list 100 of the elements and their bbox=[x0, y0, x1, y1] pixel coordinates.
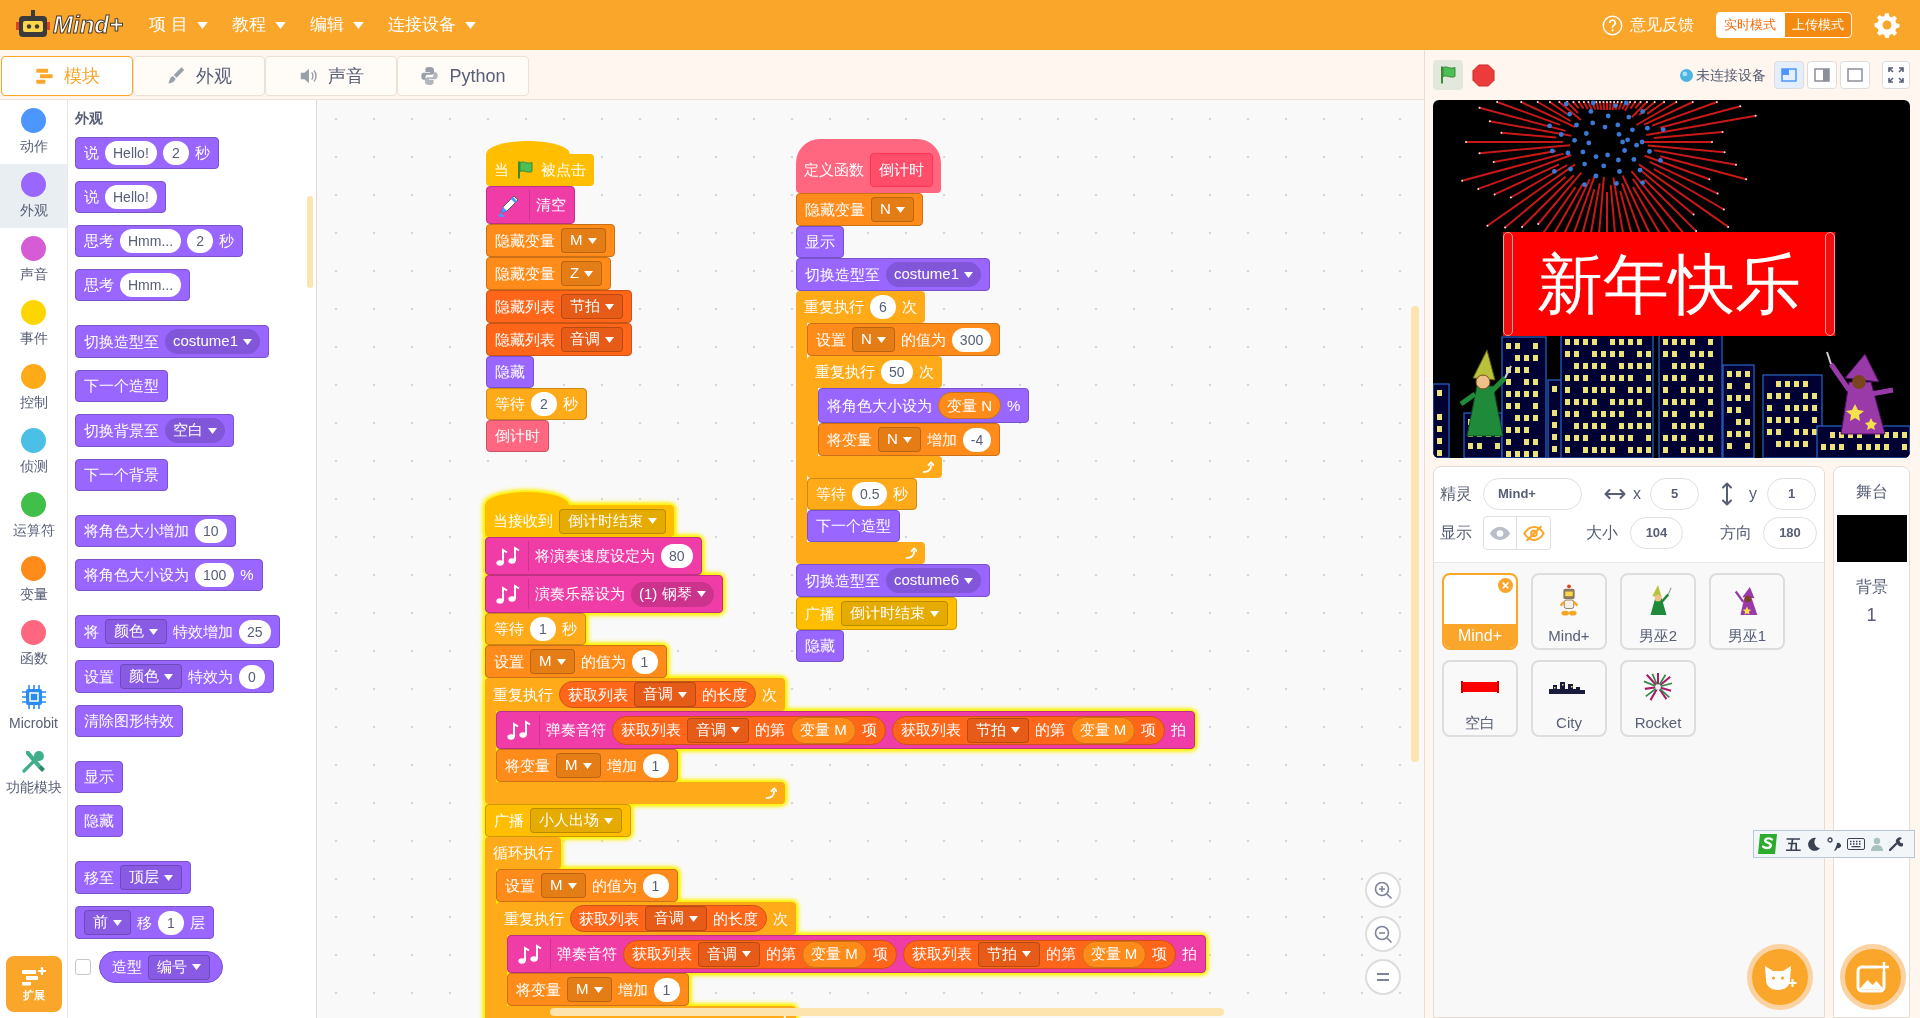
punctuation-icon[interactable] bbox=[1827, 837, 1841, 851]
code-block[interactable]: 将角色大小增加 10 bbox=[75, 515, 236, 547]
dropdown[interactable]: 顶层 bbox=[120, 865, 182, 890]
dropdown[interactable]: 音调 bbox=[687, 717, 749, 743]
user-icon[interactable] bbox=[1871, 837, 1883, 851]
code-block[interactable]: 演奏乐器设为 (1) 钢琴 bbox=[485, 575, 723, 613]
code-block[interactable]: 思考 Hmm... bbox=[75, 269, 191, 301]
code-block[interactable]: 清空 bbox=[486, 186, 575, 224]
show-button[interactable] bbox=[1483, 516, 1517, 550]
category-item[interactable]: 功能模块 bbox=[0, 740, 67, 804]
dropdown[interactable]: N bbox=[871, 197, 914, 222]
input-field[interactable]: 25 bbox=[239, 619, 271, 644]
code-block[interactable]: 切换造型至 costume1 bbox=[796, 258, 991, 291]
code-block[interactable]: 设置 M 的值为 1 bbox=[485, 645, 667, 678]
code-block[interactable]: 倒计时 bbox=[486, 420, 549, 452]
input-field[interactable]: Hello! bbox=[105, 141, 157, 165]
corner-layout-icon[interactable] bbox=[1774, 61, 1804, 89]
code-block[interactable]: 思考 Hmm... 2 秒 bbox=[75, 225, 244, 257]
input-field[interactable]: 1 bbox=[653, 977, 680, 1002]
category-item[interactable]: 函数 bbox=[0, 612, 67, 676]
input-field[interactable]: 1 bbox=[642, 753, 669, 778]
input-field[interactable]: 100 bbox=[195, 563, 235, 587]
wrench-icon[interactable] bbox=[1889, 837, 1903, 851]
mode-tab[interactable]: 上传模式 bbox=[1784, 12, 1852, 38]
sprite-tile[interactable]: Rocket bbox=[1620, 660, 1696, 737]
dropdown[interactable]: costume1 bbox=[165, 329, 261, 354]
dropdown[interactable]: 音调 bbox=[561, 327, 623, 352]
dropdown[interactable]: M bbox=[561, 228, 606, 253]
input-field[interactable]: 2 bbox=[531, 392, 557, 416]
input-field[interactable]: 2 bbox=[187, 229, 214, 253]
code-block[interactable]: 将 颜色 特效增加 25 bbox=[75, 615, 280, 648]
input-field[interactable]: 5 bbox=[1650, 478, 1699, 510]
code-block[interactable]: 隐藏列表 音调 bbox=[486, 323, 632, 356]
code-block[interactable]: 下一个造型 bbox=[75, 370, 168, 402]
code-block[interactable]: 隐藏变量 Z bbox=[486, 257, 612, 290]
code-block[interactable]: 将角色大小设为 100 % bbox=[75, 559, 263, 591]
dropdown[interactable]: M bbox=[567, 977, 612, 1002]
input-field[interactable]: 1 bbox=[1767, 478, 1816, 510]
help-icon[interactable] bbox=[1602, 14, 1623, 36]
dropdown[interactable]: 颜色 bbox=[120, 664, 182, 689]
fullscreen-icon[interactable] bbox=[1882, 61, 1910, 89]
dropdown[interactable]: 音调 bbox=[634, 682, 696, 707]
input-field[interactable]: 10 bbox=[195, 519, 227, 543]
code-block[interactable]: 设置 N 的值为 300 bbox=[807, 323, 1001, 356]
input-field[interactable]: 80 bbox=[661, 544, 693, 568]
loop-block[interactable]: 重复执行 获取列表 音调 的长度 次 bbox=[485, 678, 785, 711]
input-field[interactable]: Hmm... bbox=[120, 229, 182, 253]
code-block[interactable]: 隐藏 bbox=[796, 630, 844, 662]
input-field[interactable]: 104 bbox=[1630, 517, 1683, 549]
dropdown[interactable]: costume1 bbox=[886, 262, 982, 287]
tab[interactable]: 外观 bbox=[133, 56, 265, 96]
code-block[interactable]: 说 Hello! bbox=[75, 181, 166, 213]
dropdown[interactable]: 节拍 bbox=[561, 294, 623, 319]
sprite-tile[interactable]: 男巫2 bbox=[1620, 573, 1696, 650]
code-block[interactable]: 隐藏列表 节拍 bbox=[486, 290, 632, 323]
category-item[interactable]: 侦测 bbox=[0, 420, 67, 484]
code-block[interactable]: 隐藏变量 N bbox=[796, 193, 923, 226]
dropdown[interactable]: (1) 钢琴 bbox=[631, 581, 714, 607]
code-block[interactable]: 将角色大小设为 变量 N % bbox=[818, 388, 1030, 423]
code-block[interactable]: 等待 0.5 秒 bbox=[807, 478, 918, 510]
sprite-tile[interactable]: City bbox=[1531, 660, 1607, 737]
reset-zoom-button[interactable] bbox=[1365, 959, 1401, 995]
keyboard-icon[interactable] bbox=[1847, 838, 1865, 850]
code-block[interactable]: 将变量 M 增加 1 bbox=[496, 749, 678, 782]
reporter-block[interactable]: 获取列表 音调 的第 变量 M 项 bbox=[623, 939, 897, 969]
input-mode-label[interactable]: 五 bbox=[1786, 836, 1801, 852]
scroll-thumb[interactable] bbox=[1411, 306, 1419, 762]
code-block[interactable]: 弹奏音符 获取列表 音调 的第 变量 M 项 获取列表 节拍 的第 变量 M 项 拍 bbox=[496, 711, 1196, 749]
code-block[interactable]: 移至 顶层 bbox=[75, 861, 191, 894]
loop-block[interactable]: 重复执行 6 次 bbox=[796, 291, 925, 323]
reporter-block[interactable]: 获取列表 节拍 的第 变量 M 项 bbox=[902, 939, 1177, 969]
window-layout-icon[interactable] bbox=[1840, 61, 1870, 89]
loop-block[interactable]: 重复执行 获取列表 音调 的长度 次 bbox=[496, 902, 796, 935]
code-block[interactable]: 将演奏速度设定为 80 bbox=[485, 537, 702, 575]
scroll-thumb[interactable] bbox=[307, 196, 313, 288]
delete-icon[interactable] bbox=[1498, 578, 1513, 593]
input-field[interactable]: 0.5 bbox=[852, 482, 888, 506]
checkbox[interactable] bbox=[75, 959, 91, 975]
dropdown[interactable]: 节拍 bbox=[977, 941, 1040, 967]
dropdown[interactable]: 空白 bbox=[165, 418, 225, 443]
sprite-tile[interactable]: Mind+ bbox=[1531, 573, 1607, 650]
scroll-thumb[interactable] bbox=[550, 1008, 1224, 1016]
category-item[interactable]: 动作 bbox=[0, 100, 67, 164]
input-field[interactable]: 2 bbox=[162, 141, 189, 165]
sprite-tile[interactable]: 空白 bbox=[1442, 660, 1518, 737]
input-field[interactable]: 50 bbox=[881, 360, 913, 384]
code-block[interactable]: 显示 bbox=[75, 761, 123, 793]
backdrop-thumbnail[interactable] bbox=[1836, 515, 1907, 562]
reporter-block[interactable]: 获取列表 音调 的长度 bbox=[559, 681, 756, 708]
loop-block[interactable]: 重复执行 50 次 bbox=[807, 356, 942, 388]
stop-icon[interactable] bbox=[1472, 63, 1495, 87]
dropdown[interactable]: M bbox=[556, 753, 601, 778]
reporter-block[interactable]: 获取列表 节拍 的第 变量 M 项 bbox=[891, 715, 1166, 745]
code-block[interactable]: 将变量 N 增加 -4 bbox=[818, 423, 1001, 456]
code-block[interactable]: 说 Hello! 2 秒 bbox=[75, 137, 219, 169]
zoom-out-button[interactable] bbox=[1365, 916, 1401, 952]
dropdown[interactable]: 音调 bbox=[698, 941, 760, 967]
code-block[interactable]: 设置 颜色 特效为 0 bbox=[75, 660, 274, 693]
code-block[interactable]: 清除图形特效 bbox=[75, 705, 183, 737]
dropdown[interactable]: 节拍 bbox=[966, 717, 1029, 743]
